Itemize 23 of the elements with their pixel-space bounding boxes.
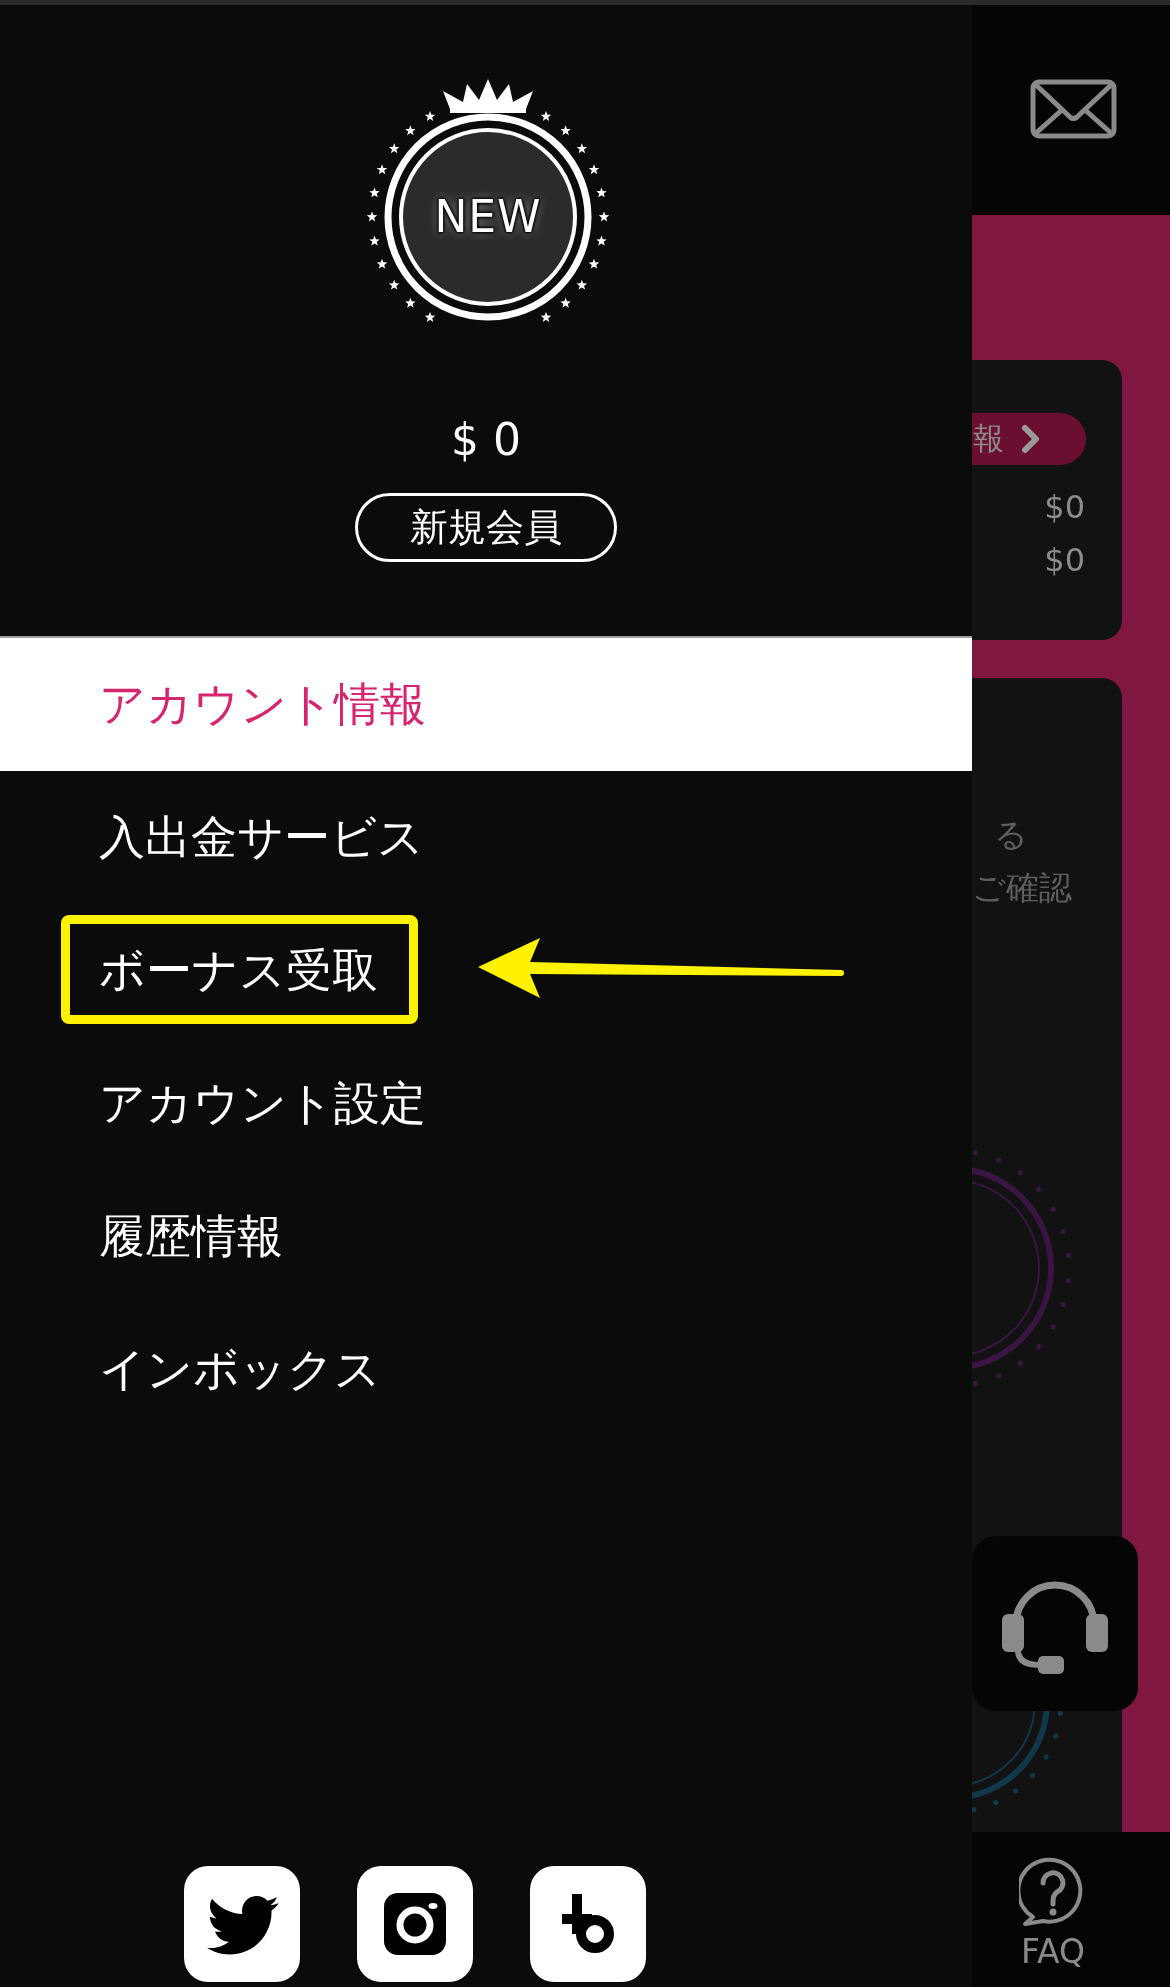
info-text: る: [994, 814, 1028, 856]
chevron-right-icon: [1021, 424, 1041, 454]
menu-item[interactable]: インボックス: [0, 1303, 972, 1436]
menu-item[interactable]: 入出金サービス: [0, 771, 972, 904]
menu-item[interactable]: アカウント情報: [0, 638, 972, 771]
menu-item[interactable]: ボーナス受取: [0, 904, 972, 1037]
menu-item[interactable]: 履歴情報: [0, 1170, 972, 1303]
mail-icon[interactable]: [1030, 79, 1117, 139]
b-shape-icon: [562, 1894, 614, 1954]
balance-amount: $ 0: [451, 413, 521, 467]
social-link[interactable]: [530, 1866, 646, 1982]
support-button[interactable]: [972, 1536, 1138, 1711]
amount-value: $0: [1044, 540, 1085, 581]
menu-item[interactable]: アカウント設定: [0, 1037, 972, 1170]
info-text: ご確認: [972, 867, 1072, 909]
social-link[interactable]: [184, 1866, 300, 1982]
member-tag: 新規会員: [355, 493, 617, 562]
faq-button[interactable]: FAQ: [1019, 1832, 1087, 1972]
info-button[interactable]: 報: [972, 413, 1086, 465]
badge-label: NEW: [433, 191, 543, 243]
social-link[interactable]: [357, 1866, 473, 1982]
camera-icon: [384, 1893, 446, 1955]
amount-value: $0: [1044, 487, 1085, 528]
